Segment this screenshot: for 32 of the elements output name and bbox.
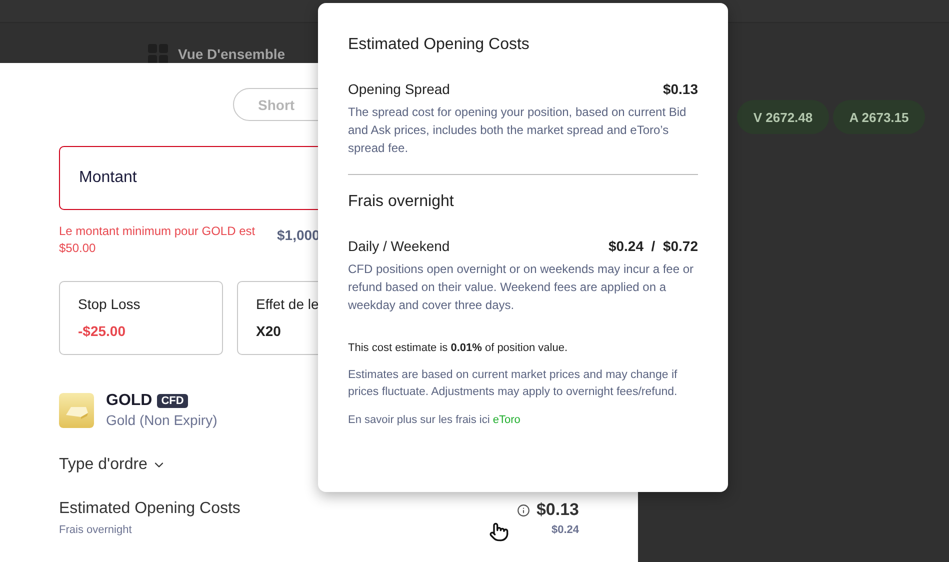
error-message: Le montant minimum pour GOLD est $50.00 bbox=[59, 223, 256, 257]
costs-sublabel: Frais overnight bbox=[59, 524, 133, 536]
instrument-name: Gold (Non Expiry) bbox=[106, 412, 218, 428]
spread-value: $0.13 bbox=[662, 81, 698, 97]
card-value: X20 bbox=[256, 323, 281, 339]
cfd-badge: CFD bbox=[157, 394, 188, 408]
estimate-note: This cost estimate is 0.01% of position value. bbox=[348, 342, 569, 354]
grid-icon bbox=[148, 44, 168, 64]
overnight-title: Frais overnight bbox=[348, 193, 455, 211]
disclaimer-text: Estimates are based on current market prices and may change if prices fluctuate. Adjustments may apply to overnight fees/refund. bbox=[348, 368, 678, 400]
costs-subvalue: $0.24 bbox=[551, 524, 579, 536]
overnight-label: Daily / Weekend bbox=[348, 238, 450, 254]
order-type-dropdown[interactable]: Type d'ordre bbox=[59, 456, 166, 474]
setting-card[interactable]: Stop Loss -$25.00 bbox=[59, 281, 223, 355]
nav-item[interactable]: Vue D'ensemble bbox=[178, 46, 286, 62]
price-chip[interactable]: V 2672.48 bbox=[737, 100, 829, 134]
amount-value: $1,000 bbox=[277, 226, 320, 243]
card-label: Effet de le bbox=[256, 296, 319, 312]
hand-cursor-icon bbox=[489, 522, 510, 542]
info-icon[interactable] bbox=[517, 504, 530, 516]
costs-label: Estimated Opening Costs bbox=[59, 500, 240, 518]
price-chip[interactable]: A 2673.15 bbox=[833, 100, 925, 134]
overnight-description: CFD positions open overnight or on weekends may incur a fee or refund based on their value. Weekend fees are applied on a weekday and cover three days. bbox=[348, 261, 695, 314]
costs-value: $0.13 bbox=[536, 500, 579, 520]
toggle-label: Short bbox=[258, 96, 295, 112]
card-label: Stop Loss bbox=[78, 296, 140, 312]
learn-more-text: En savoir plus sur les frais ici eToro bbox=[348, 414, 522, 426]
instrument-symbol: GOLD bbox=[106, 392, 152, 410]
overnight-value: $0.24 / $0.72 bbox=[608, 238, 698, 254]
bullion-icon bbox=[59, 392, 94, 428]
card-value: -$25.00 bbox=[78, 323, 126, 339]
popover-title: Estimated Opening Costs bbox=[348, 36, 530, 54]
